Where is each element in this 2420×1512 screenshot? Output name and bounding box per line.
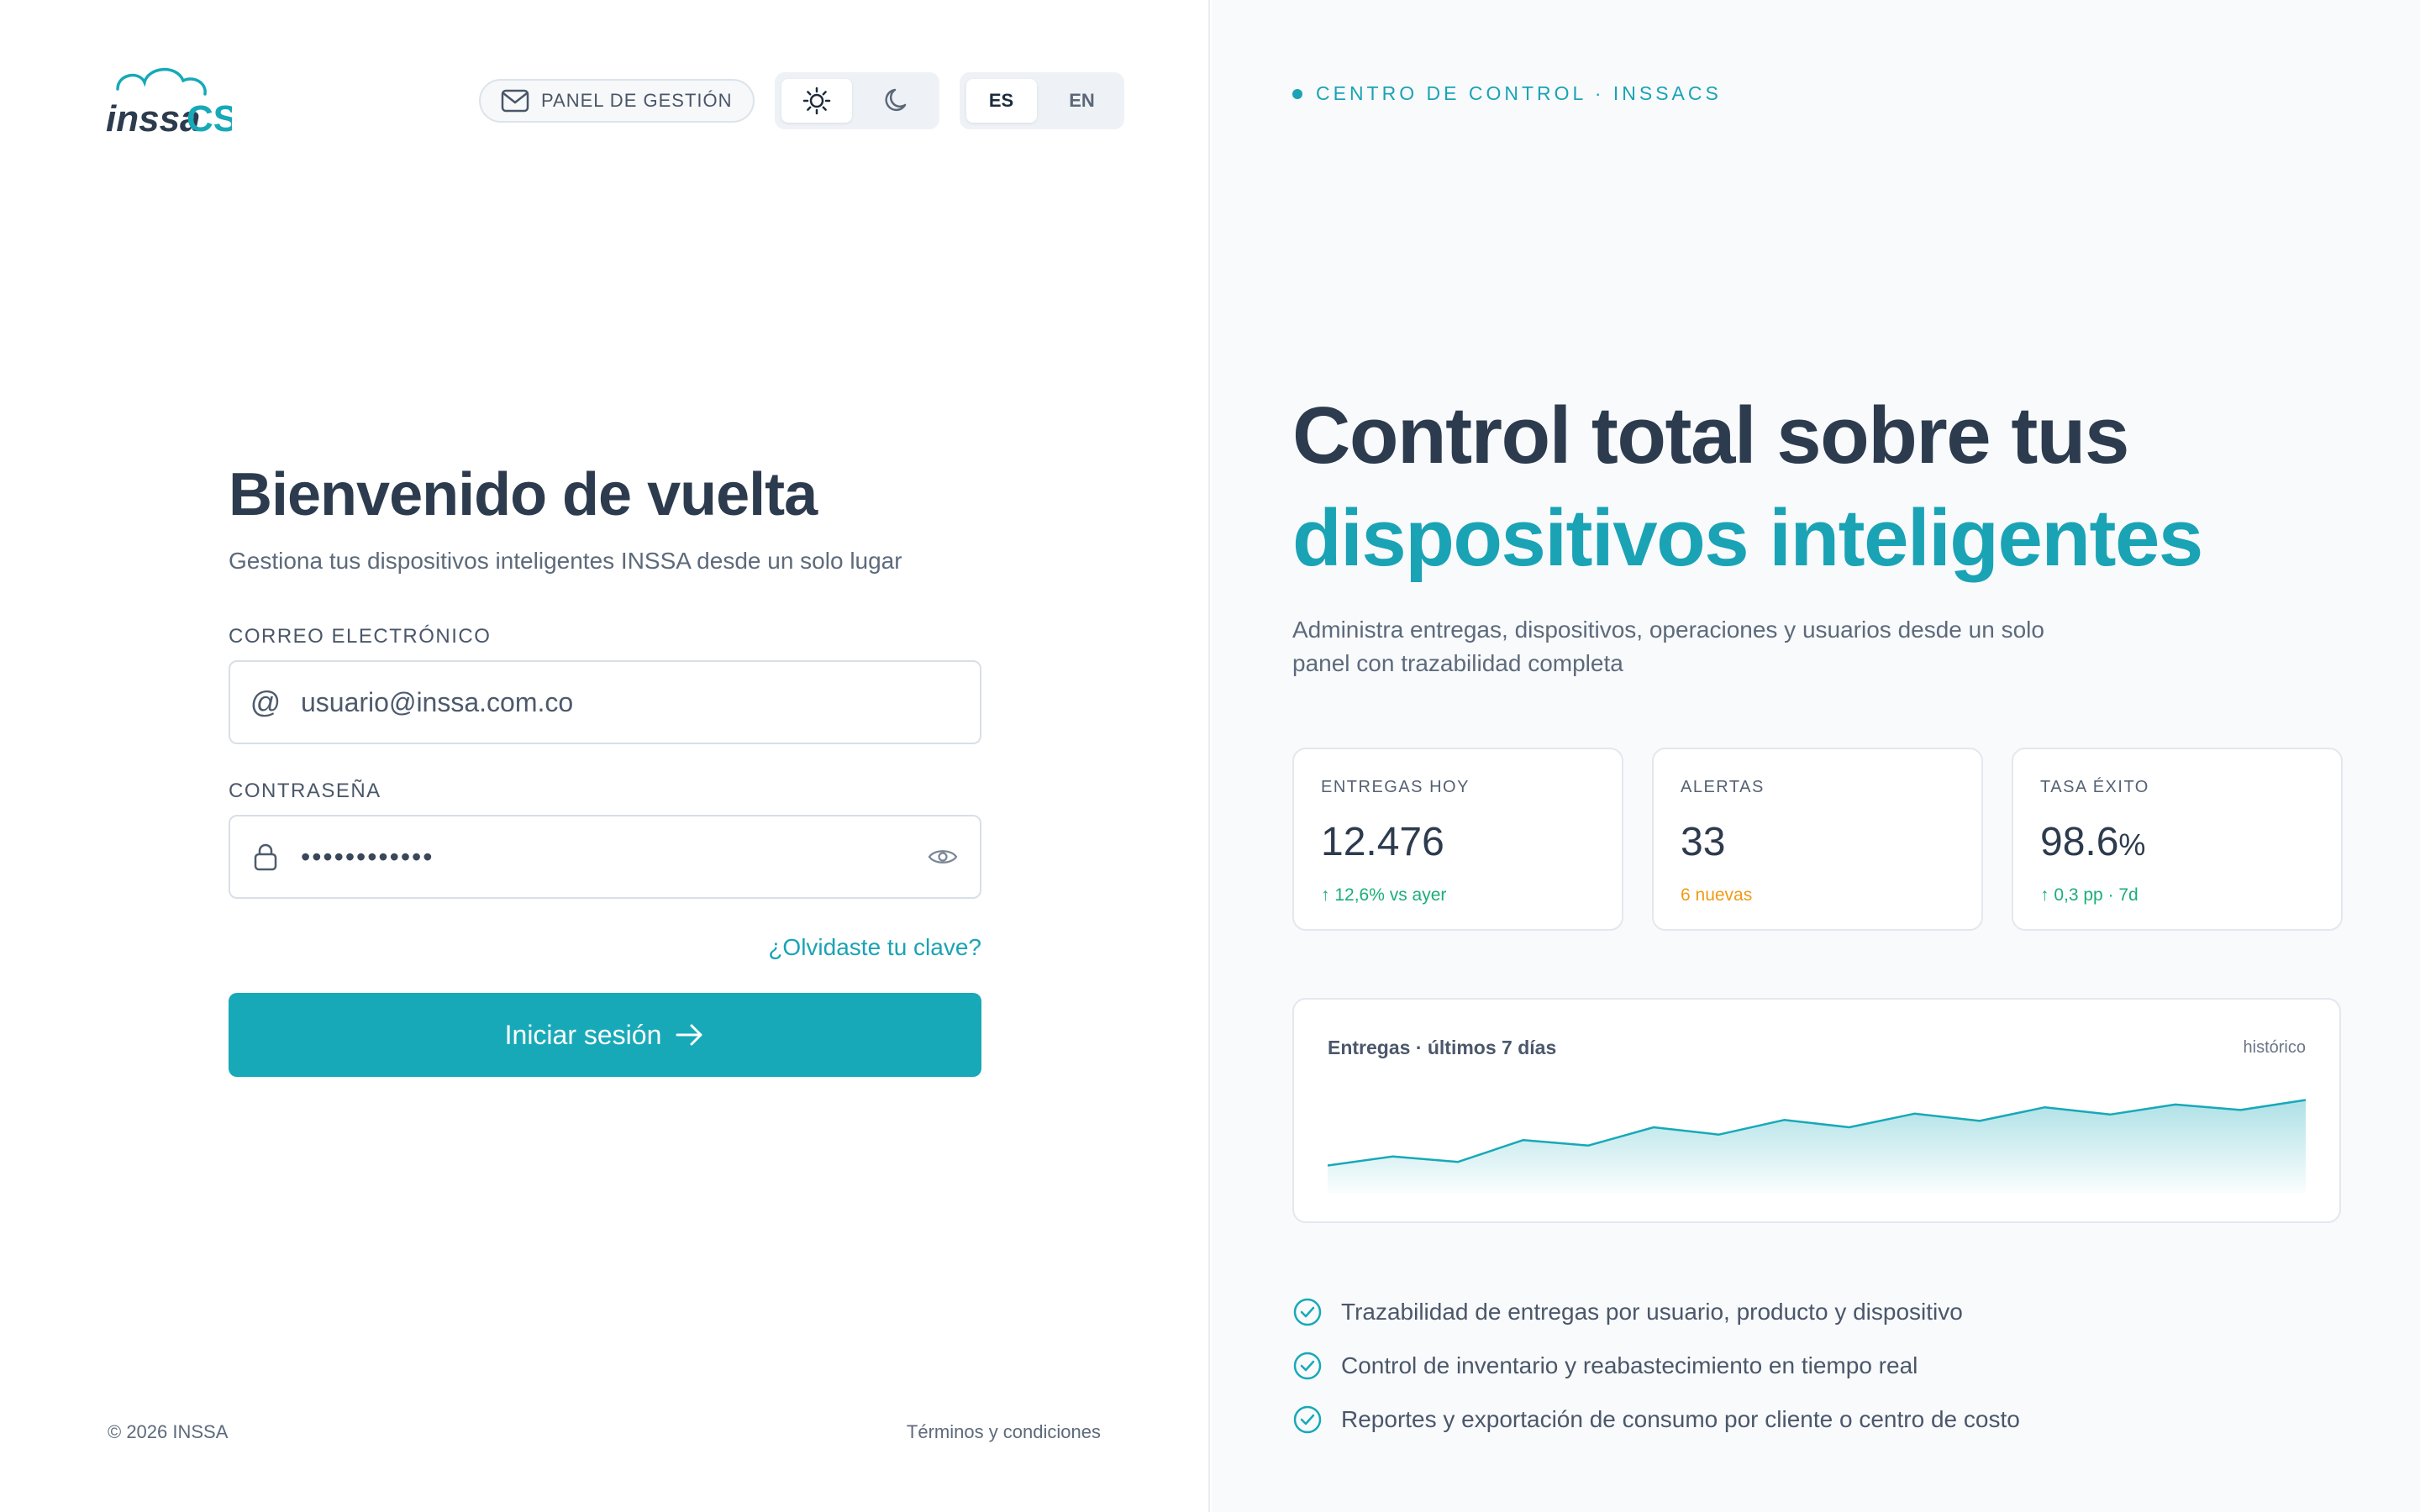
password-input[interactable]: •••••••••••• (301, 842, 906, 873)
check-circle-icon (1293, 1298, 1322, 1326)
deliveries-chart-card: Entregas · últimos 7 días histórico (1292, 998, 2341, 1223)
stat-card-alertas: ALERTAS 33 6 nuevas (1652, 748, 1983, 931)
top-toolbar: PANEL DE GESTIÓN ES EN (479, 72, 1124, 129)
logo-text-cs: CS (187, 98, 232, 139)
hero-heading: Control total sobre tus dispositivos int… (1292, 385, 2203, 590)
stat-delta: ↑ 12,6% vs ayer (1321, 885, 1447, 905)
email-field-container: @ (229, 660, 981, 744)
stat-label: ENTREGAS HOY (1321, 778, 1470, 796)
email-label: CORREO ELECTRÓNICO (229, 625, 492, 648)
check-circle-icon (1293, 1352, 1322, 1380)
stats-cards: ENTREGAS HOY 12.476 ↑ 12,6% vs ayer ALER… (1292, 748, 2343, 931)
feature-item: Reportes y exportación de consumo por cl… (1292, 1393, 2020, 1446)
inssa-cs-logo[interactable]: inssa CS (106, 64, 232, 139)
login-panel: inssa CS PANEL DE GESTIÓN ES EN Bienveni… (0, 0, 1210, 1512)
password-field-container: •••••••••••• (229, 815, 981, 899)
stat-card-tasa-exito: TASA ÉXITO 98.6% ↑ 0,3 pp · 7d (2012, 748, 2343, 931)
language-switch: ES EN (959, 72, 1124, 129)
feature-item: Trazabilidad de entregas por usuario, pr… (1292, 1285, 2020, 1339)
login-submit-button[interactable]: Iniciar sesión (229, 993, 981, 1077)
theme-toggle (774, 72, 939, 129)
feature-text: Trazabilidad de entregas por usuario, pr… (1341, 1299, 1963, 1325)
feature-list: Trazabilidad de entregas por usuario, pr… (1292, 1285, 2020, 1446)
chart-history-tag: histórico (2243, 1038, 2306, 1057)
show-password-eye-icon[interactable] (926, 840, 960, 874)
hero-description: Administra entregas, dispositivos, opera… (1292, 617, 2044, 676)
check-circle-icon (1293, 1405, 1322, 1434)
stat-value: 98.6% (2040, 820, 2146, 864)
login-title: Bienvenido de vuelta (229, 461, 818, 528)
feature-item: Control de inventario y reabastecimiento… (1292, 1339, 2020, 1393)
arrow-right-icon (676, 1024, 702, 1046)
stat-delta: ↑ 0,3 pp · 7d (2040, 885, 2139, 905)
stat-label: TASA ÉXITO (2040, 778, 2149, 796)
hero-line-1: Control total sobre tus (1292, 391, 2129, 480)
stat-delta: 6 nuevas (1681, 885, 1753, 905)
feature-text: Control de inventario y reabastecimiento… (1341, 1352, 1918, 1378)
moon-icon (884, 88, 906, 112)
panel-de-gestion-button[interactable]: PANEL DE GESTIÓN (479, 79, 755, 123)
status-dot-icon (1292, 88, 1302, 99)
panel-button-label: PANEL DE GESTIÓN (541, 90, 733, 111)
password-label: CONTRASEÑA (229, 780, 381, 802)
eyebrow-text: CENTRO DE CONTROL · INSSACS (1316, 82, 1722, 104)
stat-value: 12.476 (1321, 820, 1444, 864)
login-form: Bienvenido de vuelta Gestiona tus dispos… (229, 460, 981, 1077)
stat-value-suffix: % (2118, 827, 2146, 862)
stat-value: 33 (1681, 820, 1726, 864)
light-theme-button[interactable] (781, 79, 852, 123)
dark-theme-button[interactable] (862, 79, 933, 123)
terms-link[interactable]: Términos y condiciones (907, 1421, 1101, 1443)
chart-title: Entregas · últimos 7 días (1328, 1037, 1557, 1058)
email-input[interactable] (301, 686, 960, 718)
lock-icon (250, 842, 281, 872)
stat-label: ALERTAS (1681, 778, 1765, 796)
deliveries-area-chart (1328, 1099, 2306, 1193)
submit-label: Iniciar sesión (504, 1019, 662, 1050)
forgot-password-link[interactable]: ¿Olvidaste tu clave? (229, 934, 981, 961)
login-subtitle: Gestiona tus dispositivos inteligentes I… (229, 548, 902, 574)
language-en-button[interactable]: EN (1047, 79, 1118, 123)
copyright-text: © 2026 INSSA (108, 1421, 229, 1442)
hero-line-2: dispositivos inteligentes (1292, 493, 2203, 583)
promo-panel: CENTRO DE CONTROL · INSSACS Control tota… (1212, 0, 2420, 1512)
feature-text: Reportes y exportación de consumo por cl… (1341, 1406, 2020, 1432)
sun-icon (802, 87, 830, 115)
chart-area-fill (1328, 1100, 2306, 1193)
stat-card-entregas: ENTREGAS HOY 12.476 ↑ 12,6% vs ayer (1292, 748, 1623, 931)
eyebrow: CENTRO DE CONTROL · INSSACS (1292, 82, 1722, 105)
mail-icon (501, 89, 529, 113)
at-sign-icon: @ (250, 685, 281, 719)
language-es-button[interactable]: ES (965, 79, 1037, 123)
